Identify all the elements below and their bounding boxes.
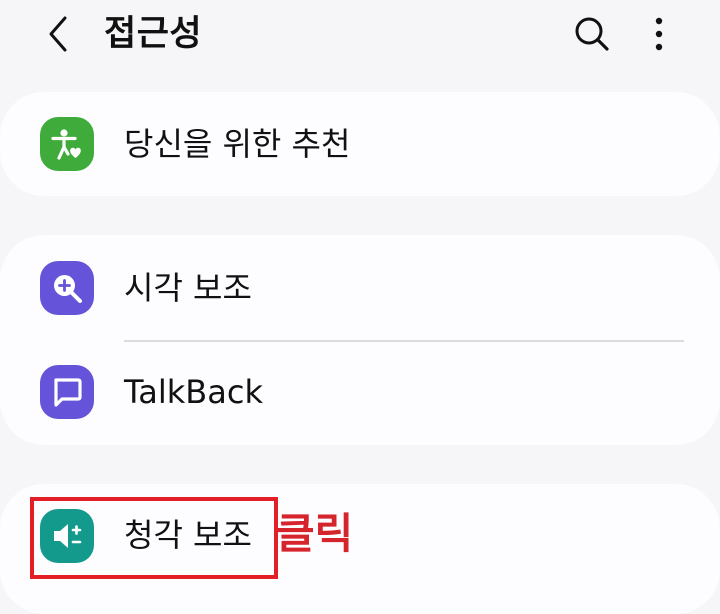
app-bar: 접근성 bbox=[0, 0, 720, 70]
list-item-visibility-enhancements[interactable]: 시각 보조 bbox=[0, 236, 720, 340]
more-options-button[interactable] bbox=[636, 8, 682, 60]
click-annotation: 클릭 bbox=[276, 509, 354, 558]
more-vertical-icon bbox=[655, 17, 663, 51]
list-divider bbox=[124, 340, 684, 342]
accessibility-heart-icon bbox=[40, 117, 94, 171]
list-item-talkback[interactable]: TalkBack bbox=[0, 340, 720, 444]
settings-group-recommendations: 당신을 위한 추천 bbox=[0, 92, 720, 196]
list-item-recommended-for-you[interactable]: 당신을 위한 추천 bbox=[0, 92, 720, 196]
click-highlight-box bbox=[30, 497, 278, 579]
magnifier-plus-icon bbox=[40, 261, 94, 315]
item-label: TalkBack bbox=[124, 373, 263, 411]
back-button[interactable] bbox=[34, 10, 82, 58]
item-label: 당신을 위한 추천 bbox=[124, 125, 351, 163]
page-title: 접근성 bbox=[104, 14, 203, 54]
chevron-left-icon bbox=[49, 16, 67, 52]
search-button[interactable] bbox=[566, 8, 618, 60]
speech-bubble-icon bbox=[40, 365, 94, 419]
search-icon bbox=[575, 17, 609, 51]
item-label: 시각 보조 bbox=[124, 269, 252, 307]
